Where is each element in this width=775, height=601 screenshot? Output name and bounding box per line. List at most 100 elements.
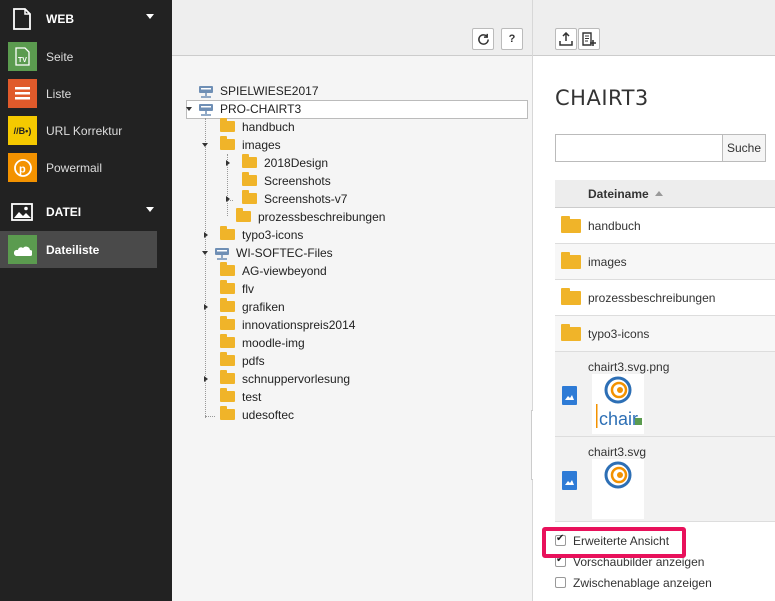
tree-node-folder[interactable]: pdfs [220,352,265,370]
tree-node-storage[interactable]: PRO-CHAIRT3 [186,100,302,118]
tree-collapse-icon[interactable] [202,251,208,255]
file-thumbnail[interactable] [592,459,644,519]
tree-node-folder[interactable]: images [202,136,281,154]
table-row-folder[interactable]: typo3-icons [555,316,775,352]
tree-expand-icon[interactable] [204,232,208,238]
module-item-label: URL Korrektur [46,123,123,138]
svg-text:TV: TV [18,57,27,64]
folder-icon [236,208,252,223]
module-item-seite[interactable]: TV Seite [0,38,172,75]
file-name[interactable]: chairt3.svg [588,445,646,459]
tree-node-folder[interactable]: schnuppervorlesung [204,370,350,388]
powermail-icon: p [8,153,37,182]
tree-node-folder[interactable]: AG-viewbeyond [220,262,327,280]
folder-icon [561,287,581,305]
column-header-dateiname[interactable]: Dateiname [588,187,649,201]
content-toolbar [533,0,775,56]
tree-node-folder[interactable]: test [220,388,261,406]
tree-node-label: grafiken [242,300,285,314]
chevron-down-icon [146,207,154,212]
tree-node-folder[interactable]: Screenshots-v7 [226,190,348,208]
tree-toolbar: ? [172,0,532,56]
thumbnail-text: chair [599,409,638,429]
page-title: CHAIRT3 [555,86,649,110]
page-icon [10,7,34,31]
option-zwischenablage[interactable]: Zwischenablage anzeigen [555,572,712,593]
folder-name[interactable]: handbuch [588,219,641,233]
refresh-button[interactable] [472,28,494,50]
table-row-folder[interactable]: prozessbeschreibungen [555,280,775,316]
sort-asc-icon [654,191,663,196]
tree-node-label: PRO-CHAIRT3 [220,102,302,116]
folder-name[interactable]: prozessbeschreibungen [588,291,715,305]
tree-node-label: innovationspreis2014 [242,318,356,332]
tree-node-storage[interactable]: SPIELWIESE2017 [198,82,319,100]
module-item-url-korrektur[interactable]: //B•) URL Korrektur [0,112,172,149]
tree-collapse-icon[interactable] [202,143,208,147]
folder-icon [561,323,581,341]
tree-expand-icon[interactable] [226,160,230,166]
tree-node-label: Screenshots [264,174,331,188]
folder-open-icon [220,136,236,151]
tree-expand-icon[interactable] [226,196,230,202]
module-item-dateiliste[interactable]: Dateiliste [0,231,157,268]
folder-name[interactable]: typo3-icons [588,327,649,341]
new-file-button[interactable] [578,28,600,50]
folder-icon [220,388,236,403]
module-item-liste[interactable]: Liste [0,75,172,112]
folder-name[interactable]: images [588,255,627,269]
svg-text:p: p [19,163,26,175]
tree-node-label: handbuch [242,120,295,134]
image-icon [10,200,34,224]
folder-icon [561,215,581,233]
module-item-label: Powermail [46,160,103,175]
table-row-file[interactable]: chairt3.svg [555,437,775,522]
folder-icon [220,280,236,295]
module-menu: WEB TV Seite Liste //B•) URL Korrektur p… [0,0,172,601]
storage-icon [198,85,214,98]
tree-node-folder[interactable]: moodle-img [220,334,305,352]
tree-node-storage[interactable]: WI-SOFTEC-Files [202,244,333,262]
checkbox[interactable] [555,577,566,588]
tree-node-folder[interactable]: handbuch [220,118,295,136]
tree-node-folder[interactable]: Screenshots [242,172,331,190]
folder-icon [220,334,236,349]
tree-node-folder[interactable]: udesoftec [220,406,294,424]
tree-collapse-icon[interactable] [186,107,192,111]
table-row-file[interactable]: chairt3.svg.png chair [555,352,775,437]
folder-icon [242,154,258,169]
tree-node-label: test [242,390,262,404]
tree-expand-icon[interactable] [204,304,208,310]
folder-icon [220,226,236,241]
image-file-icon [562,471,577,490]
tree-node-folder[interactable]: grafiken [204,298,285,316]
upload-button[interactable] [555,28,577,50]
tree-node-folder[interactable]: innovationspreis2014 [220,316,355,334]
module-group-web[interactable]: WEB [0,0,172,38]
tree-node-folder[interactable]: flv [220,280,254,298]
file-thumbnail[interactable]: chair [592,374,644,434]
folder-icon [220,262,236,277]
tree-node-label: Screenshots-v7 [264,192,348,206]
table-row-folder[interactable]: handbuch [555,208,775,244]
tree-node-folder[interactable]: typo3-icons [204,226,303,244]
tree-guide-line [205,416,215,417]
option-label: Zwischenablage anzeigen [573,575,712,590]
tree-node-label: prozessbeschreibungen [258,210,386,224]
module-item-powermail[interactable]: p Powermail [0,149,172,186]
tree-node-folder[interactable]: 2018Design [226,154,328,172]
tree-expand-icon[interactable] [204,376,208,382]
upload-icon [559,32,573,46]
tree-node-label: flv [242,282,254,296]
module-group-datei[interactable]: DATEI [0,193,172,231]
module-item-label: Seite [46,49,74,64]
folder-icon [220,352,236,367]
file-name[interactable]: chairt3.svg.png [588,360,669,374]
help-button[interactable]: ? [501,28,523,50]
folder-icon [242,190,258,205]
search-input[interactable] [555,134,723,162]
tree-node-folder[interactable]: prozessbeschreibungen [236,208,385,226]
module-group-label: WEB [46,12,74,26]
table-row-folder[interactable]: images [555,244,775,280]
search-button[interactable]: Suche [722,134,766,162]
